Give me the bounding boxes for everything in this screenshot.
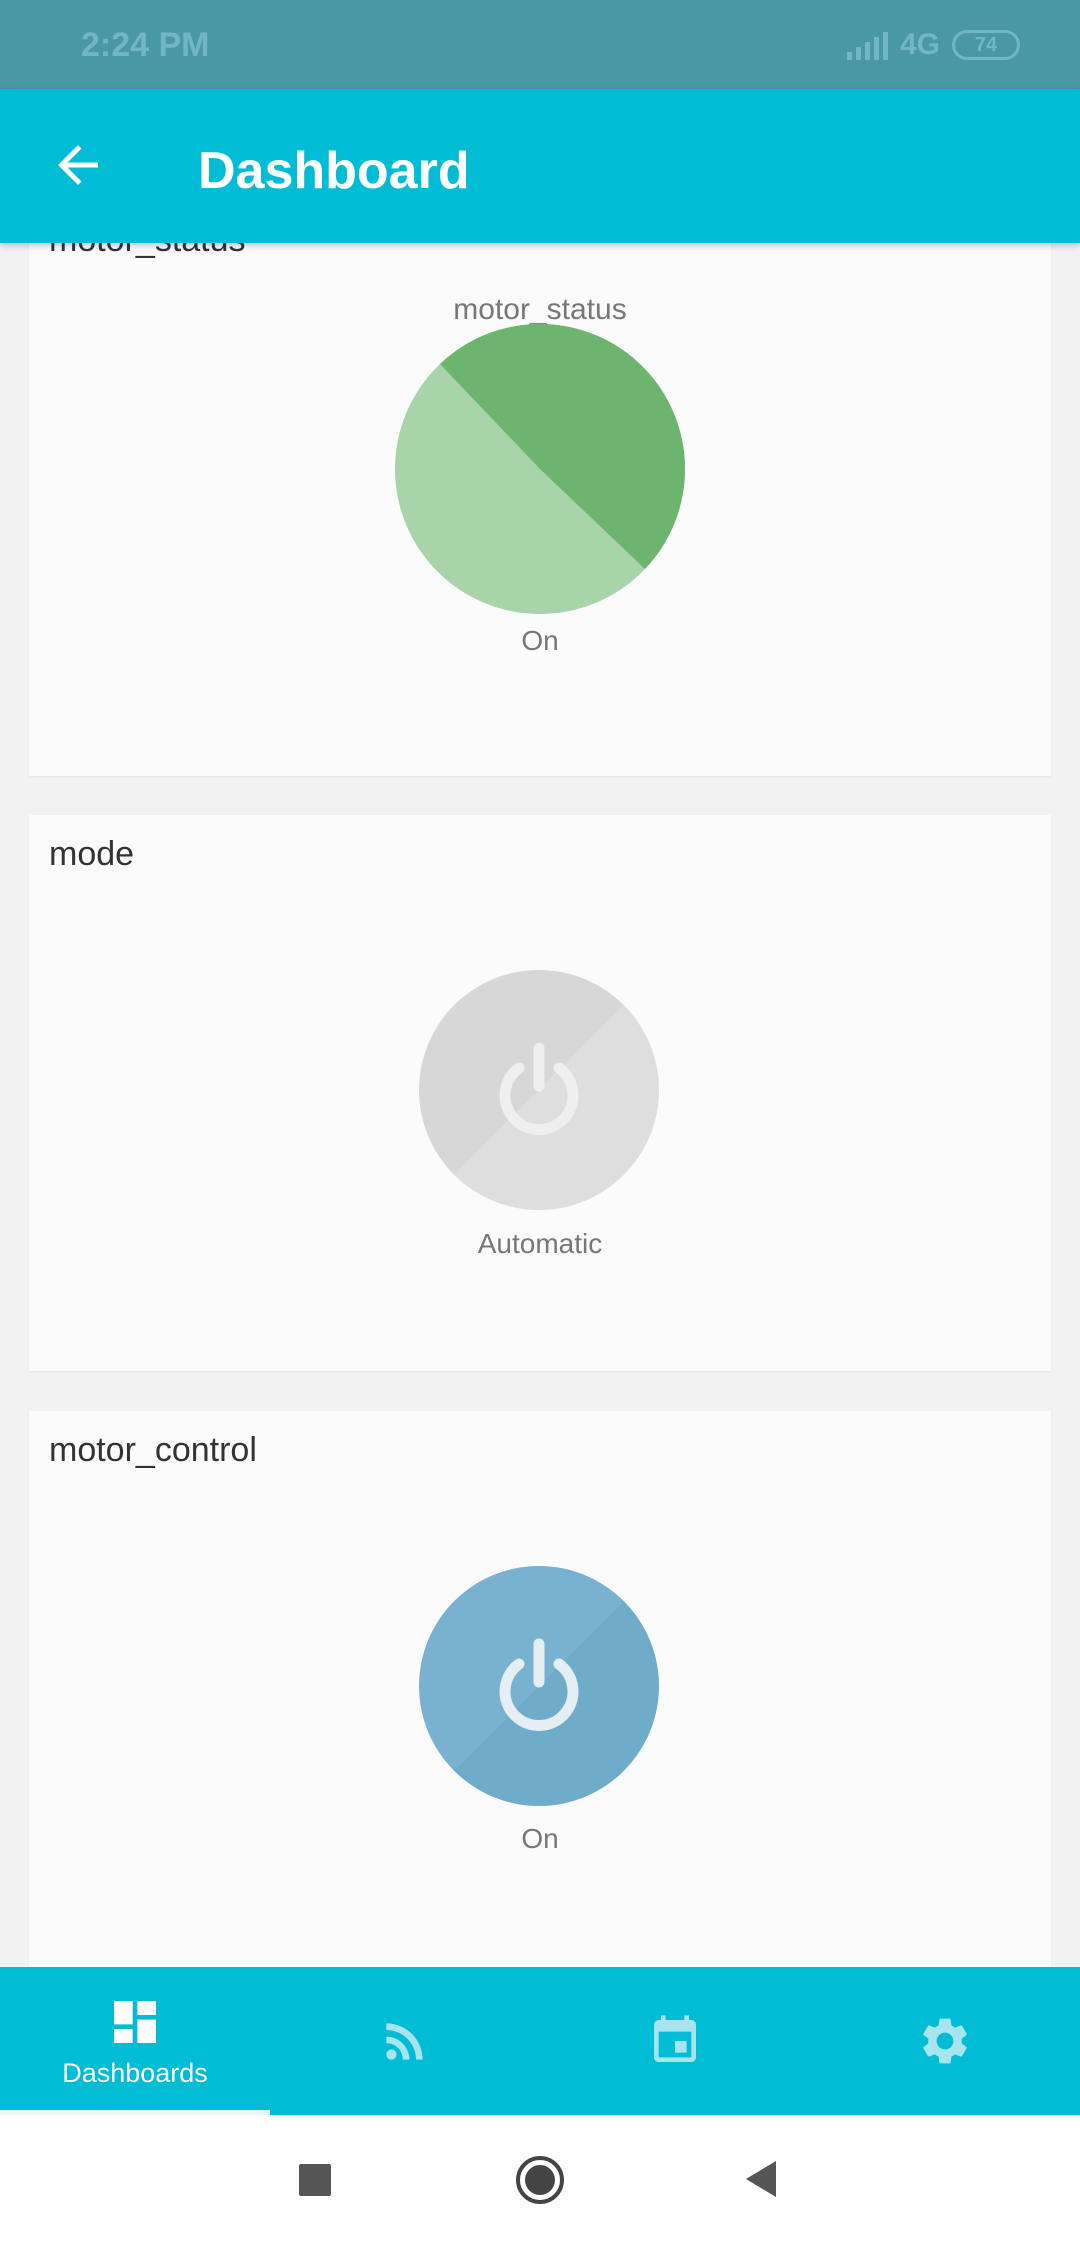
status-indicators: 4G 74 bbox=[846, 28, 1020, 62]
arrow-back-icon bbox=[58, 145, 98, 185]
card-title: mode bbox=[49, 835, 135, 873]
mode-value: Automatic bbox=[477, 1228, 603, 1259]
motor-control-card: motor_control On bbox=[29, 1411, 1051, 1967]
page-title: Dashboard bbox=[198, 142, 470, 200]
motor-status-value: On bbox=[521, 625, 559, 656]
back-button[interactable] bbox=[48, 135, 108, 195]
mode-card: mode Automatic bbox=[29, 815, 1051, 1371]
calendar-icon bbox=[654, 2015, 696, 2062]
bottom-nav: Dashboards bbox=[0, 1967, 1080, 2115]
dashboard-icon bbox=[114, 2000, 156, 2043]
gear-icon bbox=[923, 2018, 967, 2064]
network-type: 4G bbox=[899, 28, 940, 61]
battery-icon: 74 bbox=[952, 30, 1020, 60]
home-circle-icon[interactable] bbox=[515, 2155, 565, 2205]
power-icon bbox=[499, 1042, 579, 1135]
nav-label: Dashboards bbox=[62, 2057, 208, 2088]
nav-item-dashboards[interactable]: Dashboards bbox=[0, 1967, 270, 2115]
card-title: motor_control bbox=[49, 1431, 257, 1469]
motor-control-button[interactable] bbox=[419, 1566, 659, 1806]
motor-status-card: motor_status motor_status On bbox=[29, 243, 1051, 776]
system-nav-bar bbox=[0, 2115, 1080, 2246]
recents-square-icon[interactable] bbox=[298, 2163, 332, 2197]
mode-toggle-button[interactable] bbox=[419, 970, 659, 1210]
nav-item-calendar[interactable] bbox=[540, 1967, 810, 2115]
app-bar: Dashboard bbox=[0, 89, 1080, 243]
nav-item-settings[interactable] bbox=[810, 1967, 1080, 2115]
status-time: 2:24 PM bbox=[81, 26, 210, 64]
gauge-name: motor_status bbox=[453, 293, 627, 326]
motor-control-value: On bbox=[521, 1823, 559, 1854]
status-bar: 2:24 PM 4G 74 bbox=[0, 0, 1080, 89]
battery-level: 74 bbox=[974, 33, 998, 56]
power-icon bbox=[499, 1638, 579, 1731]
card-title: motor_status bbox=[49, 243, 246, 260]
back-triangle-icon[interactable] bbox=[744, 2159, 778, 2199]
signal-icon bbox=[846, 30, 888, 60]
rss-feed-icon bbox=[386, 2023, 423, 2060]
nav-item-feeds[interactable] bbox=[270, 1967, 540, 2115]
dashboard-content[interactable]: motor_status motor_status On mode Automa… bbox=[0, 243, 1080, 1967]
motor-status-pie bbox=[395, 324, 685, 614]
